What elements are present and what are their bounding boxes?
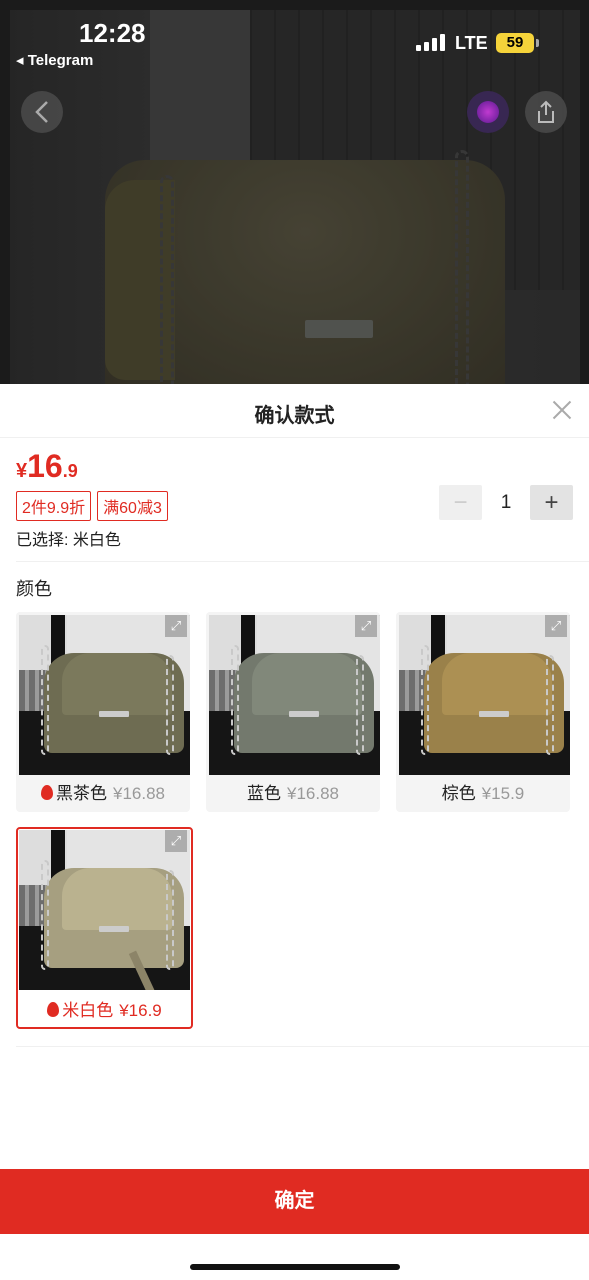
variant-thumbnail: ⤢ [19, 615, 190, 775]
variant-price: ¥16.88 [113, 784, 165, 803]
expand-icon[interactable]: ⤢ [165, 615, 187, 637]
expand-icon[interactable]: ⤢ [165, 830, 187, 852]
share-icon [538, 100, 554, 123]
live-icon [477, 101, 499, 123]
variant-card-selected[interactable]: ⤢ 米白色 ¥16.9 [16, 827, 193, 1029]
expand-icon[interactable]: ⤢ [355, 615, 377, 637]
variant-sheet: 确认款式 ¥16.9 2件9.9折 满60减3 − 1 + 已选择: 米白色 颜… [0, 384, 589, 1280]
variant-price: ¥16.88 [287, 784, 339, 803]
variant-label: 米白色 ¥16.9 [18, 996, 191, 1021]
back-to-app-link[interactable]: ◂ Telegram [16, 51, 93, 69]
variant-card[interactable]: ⤢ 黑茶色 ¥16.88 [16, 612, 190, 812]
decrease-button[interactable]: − [439, 485, 482, 520]
expand-icon[interactable]: ⤢ [545, 615, 567, 637]
battery-icon: 59 [496, 33, 539, 53]
variant-name: 蓝色 [247, 784, 281, 803]
variant-name: 黑茶色 [56, 784, 107, 803]
price-decimal: .9 [62, 461, 78, 481]
promo-tag: 满60减3 [97, 491, 168, 521]
variant-thumbnail: ⤢ [19, 830, 190, 990]
variant-thumbnail: ⤢ [399, 615, 570, 775]
chevron-left-icon [35, 101, 48, 123]
share-button[interactable] [525, 91, 567, 133]
variant-card[interactable]: ⤢ 蓝色 ¥16.88 [206, 612, 380, 812]
network-type: LTE [455, 33, 488, 53]
price-currency: ¥ [16, 460, 28, 482]
fire-icon [47, 1002, 60, 1017]
variant-price: ¥16.9 [119, 1001, 162, 1020]
sheet-header: 确认款式 [0, 384, 589, 438]
home-indicator [190, 1264, 400, 1270]
confirm-button[interactable]: 确定 [0, 1169, 589, 1234]
selected-variant-text: 已选择: 米白色 [16, 532, 121, 549]
quantity-value: 1 [500, 491, 512, 513]
sheet-title: 确认款式 [254, 405, 335, 427]
variant-price: ¥15.9 [481, 784, 525, 803]
back-button[interactable] [21, 91, 63, 133]
color-section-label: 颜色 [16, 579, 52, 599]
promo-tags: 2件9.9折 满60减3 [16, 491, 168, 521]
promo-tag: 2件9.9折 [16, 491, 92, 521]
variant-label: 黑茶色 ¥16.88 [16, 779, 190, 804]
divider [16, 1046, 589, 1047]
variant-label: 蓝色 ¥16.88 [206, 779, 380, 804]
quantity-stepper: − 1 + [439, 485, 573, 520]
signal-icon [416, 34, 445, 51]
status-bar: 12:28 ◂ Telegram LTE 59 [0, 0, 589, 80]
variant-thumbnail: ⤢ [209, 615, 380, 775]
variant-label: 棕色 ¥15.9 [396, 779, 570, 804]
live-avatar-button[interactable] [467, 91, 509, 133]
divider [16, 561, 589, 562]
close-icon[interactable] [551, 399, 573, 421]
variant-card[interactable]: ⤢ 棕色 ¥15.9 [396, 612, 570, 812]
variant-name: 米白色 [62, 1001, 114, 1020]
price: ¥16.9 [16, 448, 78, 485]
status-time: 12:28 [79, 18, 146, 48]
variant-name: 棕色 [441, 784, 476, 803]
price-integer: 16 [27, 448, 63, 484]
fire-icon [41, 785, 53, 800]
increase-button[interactable]: + [530, 485, 573, 520]
